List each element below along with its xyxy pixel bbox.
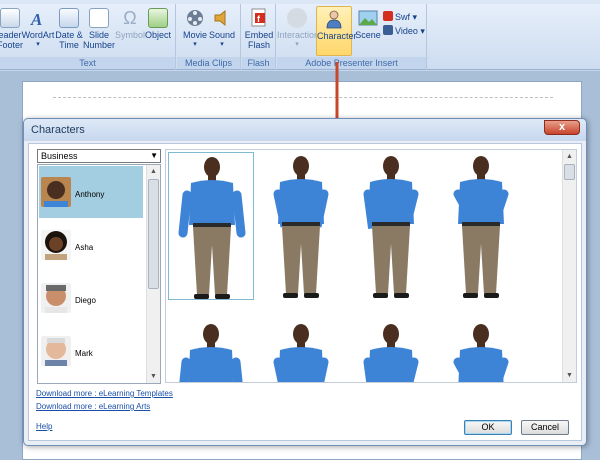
pose-grid-scrollbar[interactable]: ▲ ▼ [562,150,576,382]
character-figure [179,324,243,382]
dialog-content: Business ▼ Anthony Asha Diego Mark ▲ ▼ ▲… [28,143,582,441]
character-figure [273,324,329,382]
character-pose[interactable] [258,152,344,300]
scroll-up-icon[interactable]: ▲ [147,165,160,178]
help-link[interactable]: Help [36,422,52,431]
character-pose[interactable] [168,152,254,300]
character-label: Character [317,31,357,41]
interaction-label: Interaction [277,30,320,40]
video-icon [383,25,393,35]
chevron-down-icon: ▾ [295,41,299,48]
character-name: Anthony [75,190,105,199]
character-pose[interactable] [438,152,524,300]
svg-text:A: A [30,10,42,28]
character-button[interactable]: Character [316,6,357,56]
group-label-media-clips: Media Clips [177,57,240,69]
group-label-flash: Flash [242,57,275,69]
cancel-button[interactable]: Cancel [521,420,569,435]
list-item-asha[interactable]: Asha [39,219,143,271]
placeholder-border [53,97,553,98]
landscape-icon [358,8,378,28]
close-icon: x [558,121,566,133]
character-figure [273,156,329,298]
swf-label: Swf [395,12,411,22]
group-label-text: Text [0,57,175,69]
category-value: Business [41,151,78,161]
character-list-scrollbar[interactable]: ▲ ▼ [146,165,160,383]
avatar [41,336,71,366]
download-templates-link[interactable]: Download more : eLearning Templates [36,389,173,398]
character-name: Mark [75,349,93,358]
scene-label: Scene [355,30,381,40]
omega-icon: Ω [123,8,137,28]
download-arts-link[interactable]: Download more : eLearning Arts [36,402,150,411]
wordart-icon: A [28,8,48,28]
scrollbar-thumb[interactable] [564,164,575,180]
scene-button[interactable]: Scene [353,6,383,56]
category-dropdown[interactable]: Business ▼ [37,149,161,163]
flash-icon: f [249,8,269,28]
hand-icon [287,8,307,28]
object-icon [148,8,168,28]
swf-icon [383,11,393,21]
list-item-mark[interactable]: Mark [39,325,143,377]
character-name: Diego [75,296,96,305]
calendar-icon [59,8,79,28]
character-figure [178,157,246,299]
header-footer-icon [0,8,20,28]
character-figure [363,156,419,298]
close-button[interactable]: x [544,120,580,135]
avatar [41,230,71,260]
list-item-diego[interactable]: Diego [39,272,143,324]
character-pose[interactable] [438,320,524,382]
interaction-button[interactable]: Interaction ▾ [277,6,320,56]
video-button[interactable]: Video ▾ [383,25,425,38]
scroll-down-icon[interactable]: ▼ [563,369,576,382]
scrollbar-thumb[interactable] [148,179,159,289]
ribbon-group-presenter: Interaction ▾ Character Scene Swf ▾ Vide… [277,4,427,70]
avatar [41,283,71,313]
chevron-down-icon: ▾ [220,41,224,48]
slide-number-icon [89,8,109,28]
character-figure [453,324,509,382]
scroll-up-icon[interactable]: ▲ [563,150,576,163]
ribbon-group-text: eader Footer A WordArt ▾ Date & Time Sli… [0,4,176,70]
pose-grid: ▲ ▼ [165,149,577,383]
object-label: Object [144,30,171,40]
character-pose[interactable] [168,320,254,382]
person-icon [324,9,344,29]
video-label: Video [395,26,418,36]
character-list: Anthony Asha Diego Mark ▲ ▼ [37,164,161,384]
ribbon-group-media-clips: Movie ▾ Sound ▾ Media Clips [177,4,241,70]
character-pose[interactable] [258,320,344,382]
characters-dialog: Characters x Business ▼ Anthony Asha Die… [23,118,587,446]
object-button[interactable]: Object [138,6,178,56]
dialog-titlebar: Characters x [24,119,586,141]
list-item-anthony[interactable]: Anthony [39,166,143,218]
character-figure [453,156,509,298]
ribbon-group-flash: f Embed Flash Flash [242,4,276,70]
character-figure [363,324,419,382]
group-label-presenter: Adobe Presenter Insert [277,57,426,69]
ok-button[interactable]: OK [464,420,512,435]
sound-label: Sound [208,30,236,40]
character-name: Asha [75,243,94,252]
embed-flash-button[interactable]: f Embed Flash [239,6,279,56]
swf-button[interactable]: Swf ▾ [383,11,417,24]
dialog-title: Characters [31,124,85,136]
sound-button[interactable]: Sound ▾ [202,6,242,56]
ribbon: eader Footer A WordArt ▾ Date & Time Sli… [0,4,600,70]
speaker-icon [212,8,232,28]
chevron-down-icon: ▼ [150,151,158,160]
character-pose[interactable] [348,320,434,382]
scroll-down-icon[interactable]: ▼ [147,370,160,383]
avatar [41,177,71,207]
embed-flash-label: Embed Flash [244,30,274,50]
character-pose[interactable] [348,152,434,300]
